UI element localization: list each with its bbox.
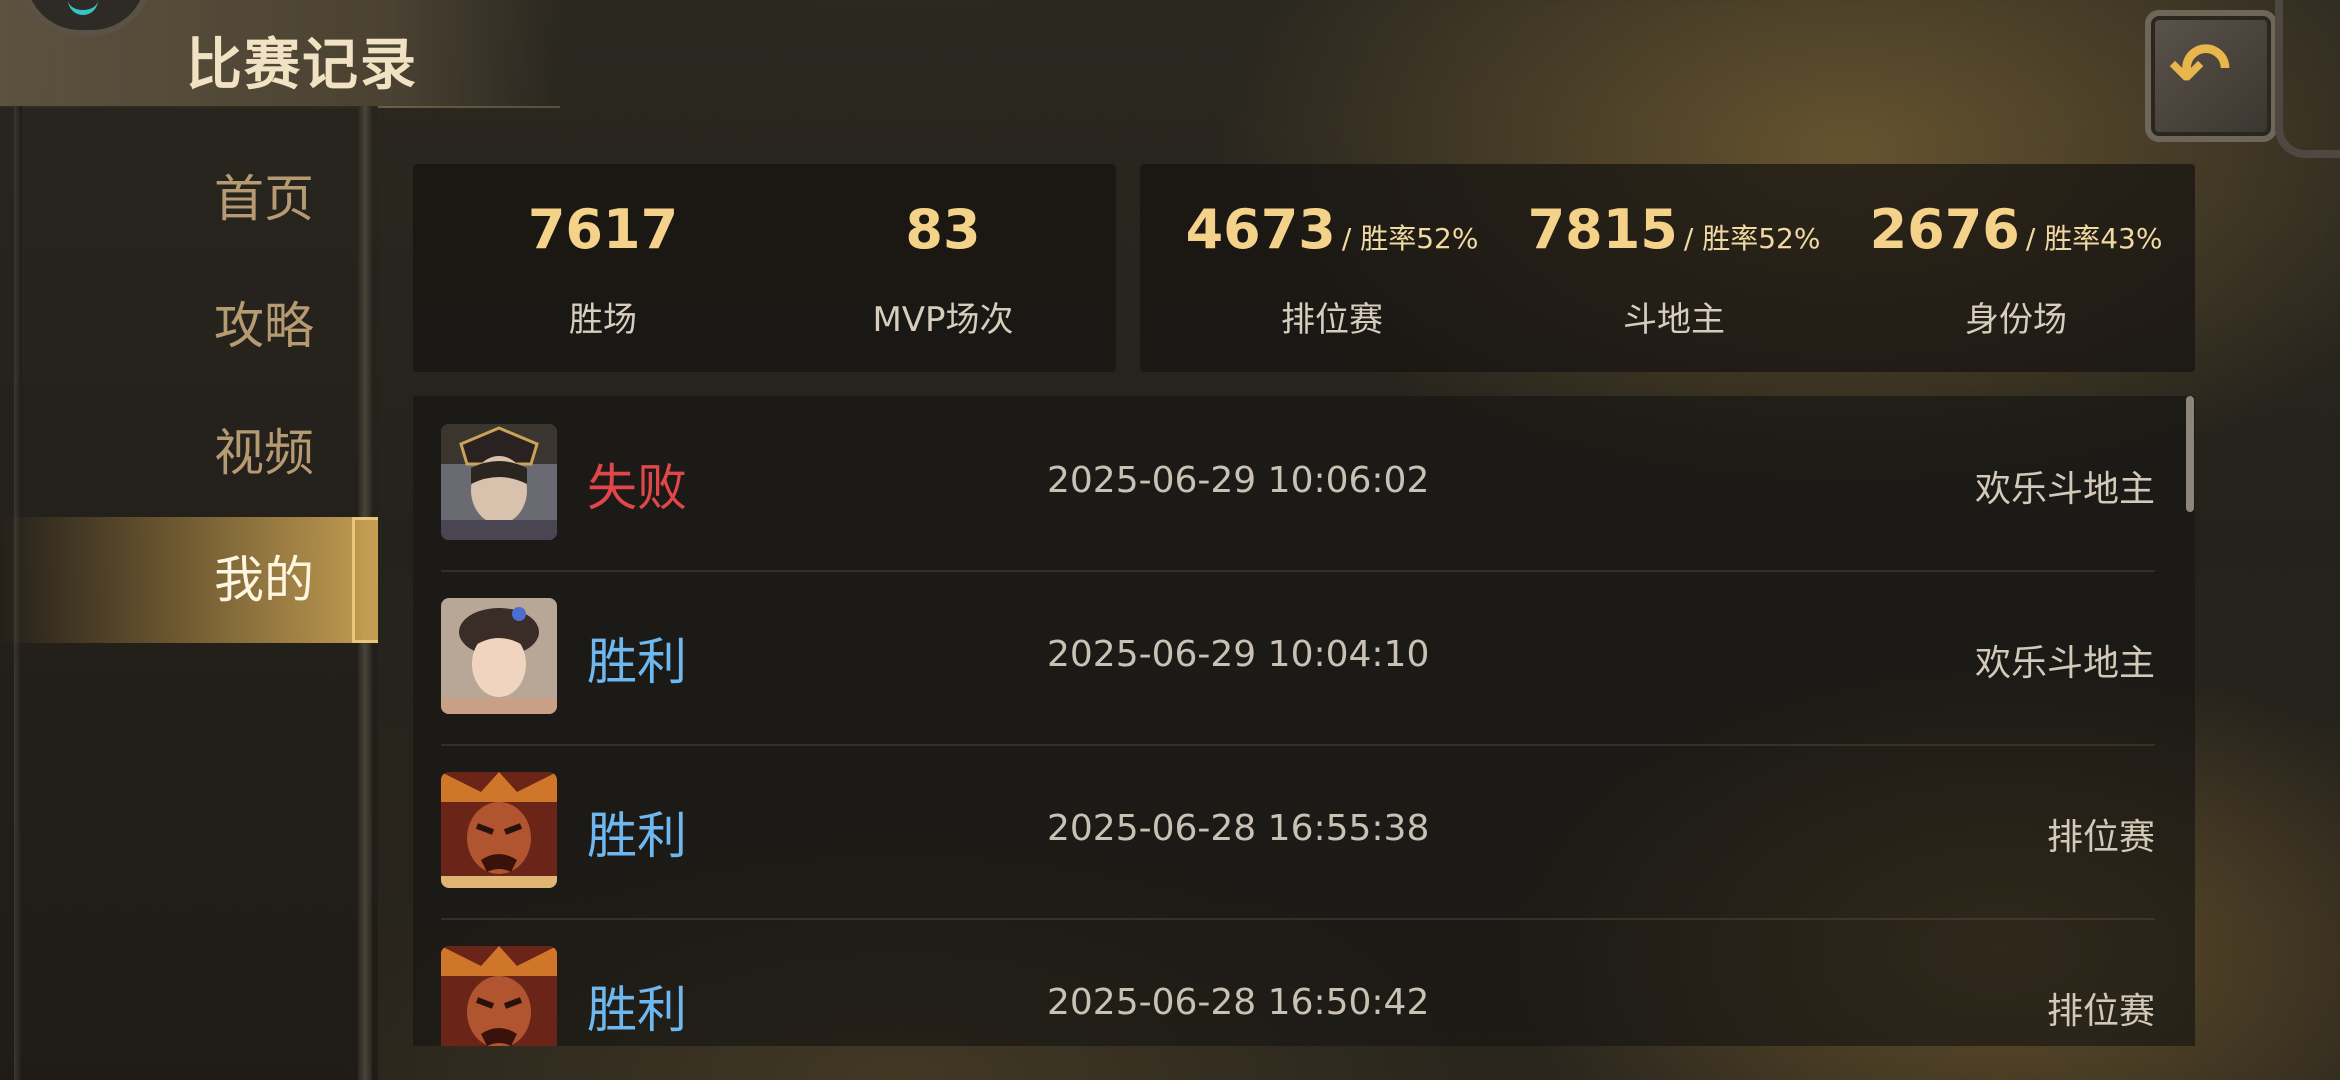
- stat-value: 4673/ 胜率52%: [1182, 198, 1482, 261]
- match-row[interactable]: 胜利 2025-06-29 10:04:10 欢乐斗地主: [441, 570, 2155, 746]
- hero-avatar: [441, 424, 557, 540]
- stat-winrate: / 胜率52%: [1341, 222, 1479, 255]
- header-bar: 比赛记录: [0, 0, 560, 108]
- stat-winrate: / 胜率43%: [2025, 222, 2163, 255]
- sidebar-item-label: 首页: [214, 170, 314, 228]
- stat-number: 4673: [1185, 198, 1336, 261]
- back-arrow-icon: ↶: [2169, 27, 2232, 113]
- stat-value: 7815/ 胜率52%: [1524, 198, 1824, 261]
- sidebar-item-guide[interactable]: 攻略: [0, 263, 378, 389]
- stat-label: 胜场: [569, 300, 637, 340]
- match-result: 胜利: [587, 981, 687, 1039]
- page-title: 比赛记录: [186, 33, 418, 98]
- stat-number: 2676: [1869, 198, 2020, 261]
- stat-landlord: 7815/ 胜率52% 斗地主: [1524, 164, 1824, 372]
- stat-value: 7617: [527, 198, 679, 261]
- match-mode: 排位赛: [2046, 991, 2155, 1032]
- stat-mvp: 83 MVP场次: [793, 164, 1093, 372]
- sidebar-item-video[interactable]: 视频: [0, 390, 378, 516]
- sidebar-item-mine[interactable]: 我的: [0, 517, 378, 643]
- stat-number: 7815: [1527, 198, 1678, 261]
- match-mode: 欢乐斗地主: [1974, 643, 2155, 684]
- stats-panel-summary: 7617 胜场 83 MVP场次: [413, 164, 1116, 372]
- stat-identity: 2676/ 胜率43% 身份场: [1866, 164, 2166, 372]
- back-button[interactable]: ↶: [2135, 0, 2340, 158]
- list-scrollbar[interactable]: [2186, 396, 2194, 512]
- hero-avatar: [441, 772, 557, 888]
- stat-wins: 7617 胜场: [453, 164, 753, 372]
- match-time: 2025-06-29 10:04:10: [1047, 634, 1430, 675]
- match-time: 2025-06-28 16:55:38: [1047, 808, 1430, 849]
- hero-avatar: [441, 946, 557, 1046]
- match-row[interactable]: 失败 2025-06-29 10:06:02 欢乐斗地主: [441, 396, 2155, 572]
- sidebar-item-label: 攻略: [214, 297, 314, 355]
- sidebar-item-label: 我的: [214, 551, 314, 609]
- match-result: 胜利: [587, 633, 687, 691]
- match-time: 2025-06-28 16:50:42: [1047, 982, 1430, 1023]
- stat-winrate: / 胜率52%: [1683, 222, 1821, 255]
- avatar-ring-icon: [68, 0, 98, 15]
- user-avatar[interactable]: [20, 0, 152, 36]
- back-frame[interactable]: ↶: [2145, 10, 2277, 142]
- corner-decoration: [2275, 0, 2340, 158]
- stat-value: 83: [905, 198, 981, 261]
- match-result: 失败: [587, 459, 687, 517]
- stat-label: 排位赛: [1281, 300, 1383, 340]
- match-time: 2025-06-29 10:06:02: [1047, 460, 1430, 501]
- stat-ranked: 4673/ 胜率52% 排位赛: [1182, 164, 1482, 372]
- stat-label: MVP场次: [872, 300, 1014, 340]
- sidebar-item-label: 视频: [214, 424, 314, 482]
- hero-avatar: [441, 598, 557, 714]
- stats-panel-modes: 4673/ 胜率52% 排位赛 7815/ 胜率52% 斗地主 2676/ 胜率…: [1140, 164, 2195, 372]
- stat-label: 斗地主: [1623, 300, 1725, 340]
- match-mode: 欢乐斗地主: [1974, 469, 2155, 510]
- match-row[interactable]: 胜利 2025-06-28 16:50:42 排位赛: [441, 918, 2155, 1046]
- stat-value: 2676/ 胜率43%: [1866, 198, 2166, 261]
- sidebar-item-home[interactable]: 首页: [0, 136, 378, 262]
- match-mode: 排位赛: [2046, 817, 2155, 858]
- match-result: 胜利: [587, 807, 687, 865]
- match-list[interactable]: 失败 2025-06-29 10:06:02 欢乐斗地主 胜利 2025-06-…: [413, 396, 2195, 1046]
- stat-label: 身份场: [1965, 300, 2067, 340]
- match-row[interactable]: 胜利 2025-06-28 16:55:38 排位赛: [441, 744, 2155, 920]
